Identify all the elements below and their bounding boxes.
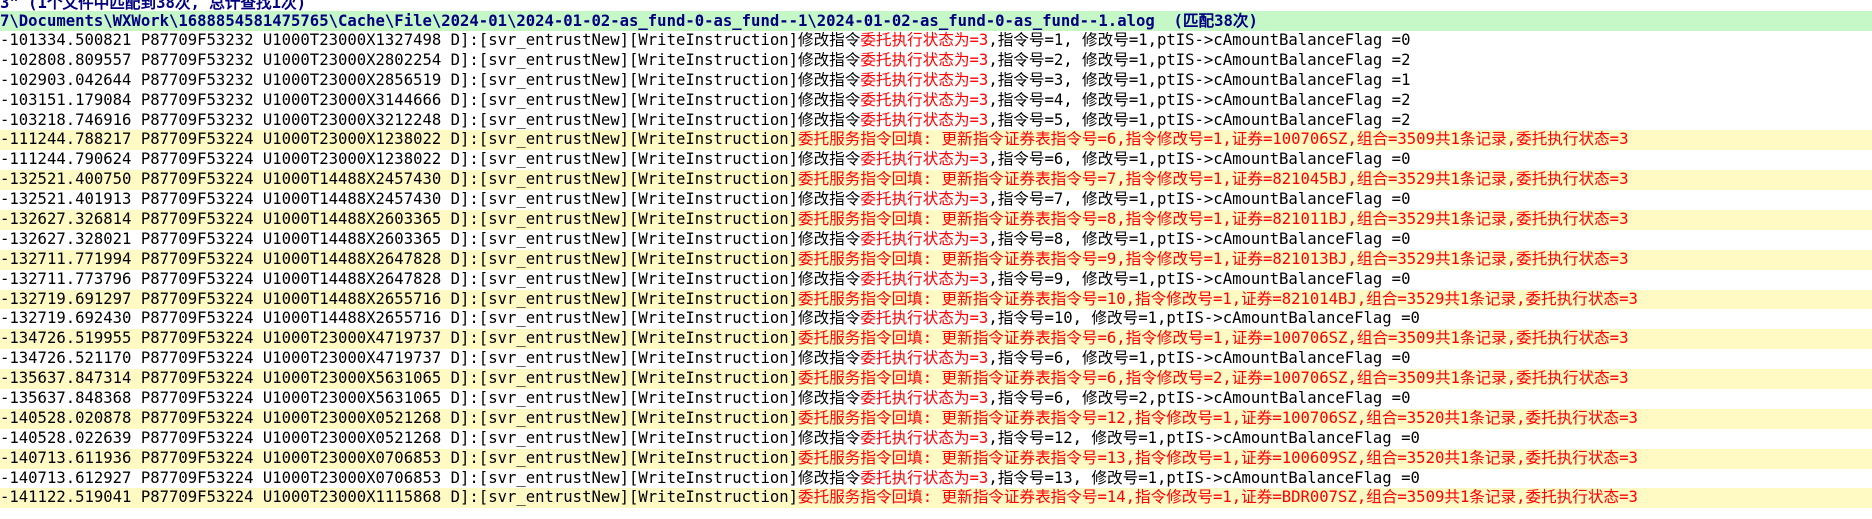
line-prefix-text: -132711.771994 P87709F53224 U1000T14488X…: [0, 249, 798, 268]
line-suffix-text: ,指令号=5, 修改号=1,ptIS->cAmountBalanceFlag =…: [988, 110, 1411, 129]
match-highlight-text: 委托服务指令回填: 更新指令证券表指令号=8,指令修改号=1,证券=821011…: [798, 210, 1629, 229]
match-list: -101334.500821 P87709F53232 U1000T23000X…: [0, 31, 1872, 509]
match-highlight-text: 委托服务指令回填: 更新指令证券表指令号=6,指令修改号=2,证券=100706…: [798, 369, 1629, 388]
line-suffix-text: ,指令号=4, 修改号=1,ptIS->cAmountBalanceFlag =…: [988, 90, 1411, 109]
match-highlight-text: 委托执行状态为=3: [860, 349, 989, 368]
line-prefix-text: -140528.020878 P87709F53224 U1000T23000X…: [0, 408, 798, 427]
line-suffix-text: ,指令号=3, 修改号=1,ptIS->cAmountBalanceFlag =…: [988, 70, 1411, 89]
match-highlight-text: 委托执行状态为=3: [860, 110, 989, 129]
match-highlight-text: 委托执行状态为=3: [860, 229, 989, 248]
result-line[interactable]: -140528.020878 P87709F53224 U1000T23000X…: [0, 408, 1872, 429]
result-line[interactable]: -132711.773796 P87709F53224 U1000T14488X…: [0, 270, 1872, 290]
line-prefix-text: -141122.519041 P87709F53224 U1000T23000X…: [0, 488, 798, 507]
match-highlight-text: 委托执行状态为=3: [860, 190, 989, 209]
match-highlight-text: 委托执行状态为=3: [860, 468, 989, 487]
line-prefix-text: -111244.790624 P87709F53224 U1000T23000X…: [0, 150, 861, 169]
line-prefix-text: -103218.746916 P87709F53232 U1000T23000X…: [0, 110, 861, 129]
result-line[interactable]: -132719.691297 P87709F53224 U1000T14488X…: [0, 289, 1872, 310]
result-line[interactable]: -140528.022639 P87709F53224 U1000T23000X…: [0, 429, 1872, 449]
match-highlight-text: 委托服务指令回填: 更新指令证券表指令号=14,指令修改号=1,证券=BDR00…: [798, 488, 1638, 507]
match-highlight-text: 委托执行状态为=3: [860, 70, 989, 89]
line-prefix-text: -140528.022639 P87709F53224 U1000T23000X…: [0, 428, 861, 447]
line-prefix-text: -135637.847314 P87709F53224 U1000T23000X…: [0, 369, 798, 388]
line-suffix-text: ,指令号=2, 修改号=1,ptIS->cAmountBalanceFlag =…: [988, 50, 1411, 69]
result-line[interactable]: -132521.401913 P87709F53224 U1000T14488X…: [0, 190, 1872, 210]
line-suffix-text: ,指令号=1, 修改号=1,ptIS->cAmountBalanceFlag =…: [988, 31, 1411, 49]
line-suffix-text: ,指令号=6, 修改号=1,ptIS->cAmountBalanceFlag =…: [988, 349, 1411, 368]
result-line[interactable]: -103151.179084 P87709F53232 U1000T23000X…: [0, 91, 1872, 111]
result-line[interactable]: -140713.612927 P87709F53224 U1000T23000X…: [0, 469, 1872, 489]
line-prefix-text: -102903.042644 P87709F53232 U1000T23000X…: [0, 70, 861, 89]
search-results-panel: 3" (1个文件中匹配到38次, 总计查找1次) 7\Documents\WXW…: [0, 0, 1872, 509]
result-line[interactable]: -132521.400750 P87709F53224 U1000T14488X…: [0, 170, 1872, 191]
match-highlight-text: 委托服务指令回填: 更新指令证券表指令号=13,指令修改号=1,证券=10060…: [798, 448, 1638, 467]
line-suffix-text: ,指令号=9, 修改号=1,ptIS->cAmountBalanceFlag =…: [988, 269, 1411, 288]
result-line[interactable]: -103218.746916 P87709F53232 U1000T23000X…: [0, 111, 1872, 131]
line-suffix-text: ,指令号=6, 修改号=1,ptIS->cAmountBalanceFlag =…: [988, 150, 1411, 169]
line-suffix-text: ,指令号=8, 修改号=1,ptIS->cAmountBalanceFlag =…: [988, 229, 1411, 248]
search-summary: 3" (1个文件中匹配到38次, 总计查找1次): [0, 0, 306, 11]
result-line[interactable]: -140713.611936 P87709F53224 U1000T23000X…: [0, 448, 1872, 469]
result-line[interactable]: -135637.847314 P87709F53224 U1000T23000X…: [0, 369, 1872, 390]
match-highlight-text: 委托执行状态为=3: [860, 389, 989, 408]
result-line[interactable]: -102808.809557 P87709F53232 U1000T23000X…: [0, 51, 1872, 71]
line-prefix-text: -132521.400750 P87709F53224 U1000T14488X…: [0, 170, 798, 189]
result-line[interactable]: -132711.771994 P87709F53224 U1000T14488X…: [0, 249, 1872, 270]
match-highlight-text: 委托执行状态为=3: [860, 309, 989, 328]
match-highlight-text: 委托执行状态为=3: [860, 31, 989, 49]
match-highlight-text: 委托服务指令回填: 更新指令证券表指令号=10,指令修改号=1,证券=82101…: [798, 289, 1638, 308]
match-highlight-text: 委托服务指令回填: 更新指令证券表指令号=7,指令修改号=1,证券=821045…: [798, 170, 1629, 189]
file-result-header[interactable]: 7\Documents\WXWork\1688854581475765\Cach…: [0, 11, 1872, 31]
result-line[interactable]: -135637.848368 P87709F53224 U1000T23000X…: [0, 389, 1872, 409]
line-suffix-text: ,指令号=12, 修改号=1,ptIS->cAmountBalanceFlag …: [988, 428, 1420, 447]
match-highlight-text: 委托服务指令回填: 更新指令证券表指令号=6,指令修改号=1,证券=100706…: [798, 130, 1629, 149]
line-prefix-text: -132627.326814 P87709F53224 U1000T14488X…: [0, 210, 798, 229]
match-highlight-text: 委托服务指令回填: 更新指令证券表指令号=12,指令修改号=1,证券=10070…: [798, 408, 1638, 427]
line-prefix-text: -101334.500821 P87709F53232 U1000T23000X…: [0, 31, 861, 49]
result-line[interactable]: -132627.328021 P87709F53224 U1000T14488X…: [0, 230, 1872, 250]
line-suffix-text: ,指令号=13, 修改号=1,ptIS->cAmountBalanceFlag …: [988, 468, 1420, 487]
line-prefix-text: -140713.612927 P87709F53224 U1000T23000X…: [0, 468, 861, 487]
match-highlight-text: 委托执行状态为=3: [860, 269, 989, 288]
line-suffix-text: ,指令号=7, 修改号=1,ptIS->cAmountBalanceFlag =…: [988, 190, 1411, 209]
match-highlight-text: 委托执行状态为=3: [860, 150, 989, 169]
line-prefix-text: -132711.773796 P87709F53224 U1000T14488X…: [0, 269, 861, 288]
line-suffix-text: ,指令号=10, 修改号=1,ptIS->cAmountBalanceFlag …: [988, 309, 1420, 328]
line-prefix-text: -134726.521170 P87709F53224 U1000T23000X…: [0, 349, 861, 368]
result-line[interactable]: -141122.519041 P87709F53224 U1000T23000X…: [0, 488, 1872, 509]
result-line[interactable]: -132627.326814 P87709F53224 U1000T14488X…: [0, 210, 1872, 230]
match-highlight-text: 委托执行状态为=3: [860, 90, 989, 109]
line-prefix-text: -111244.788217 P87709F53224 U1000T23000X…: [0, 130, 798, 149]
line-prefix-text: -140713.611936 P87709F53224 U1000T23000X…: [0, 448, 798, 467]
match-highlight-text: 委托执行状态为=3: [860, 428, 989, 447]
line-prefix-text: -103151.179084 P87709F53232 U1000T23000X…: [0, 90, 861, 109]
result-line[interactable]: -134726.521170 P87709F53224 U1000T23000X…: [0, 349, 1872, 369]
result-line[interactable]: -111244.790624 P87709F53224 U1000T23000X…: [0, 150, 1872, 170]
match-highlight-text: 委托服务指令回填: 更新指令证券表指令号=9,指令修改号=1,证券=821013…: [798, 249, 1629, 268]
result-line[interactable]: -132719.692430 P87709F53224 U1000T14488X…: [0, 309, 1872, 329]
result-line[interactable]: -134726.519955 P87709F53224 U1000T23000X…: [0, 329, 1872, 350]
line-prefix-text: -135637.848368 P87709F53224 U1000T23000X…: [0, 389, 861, 408]
result-line[interactable]: -102903.042644 P87709F53232 U1000T23000X…: [0, 71, 1872, 91]
line-prefix-text: -134726.519955 P87709F53224 U1000T23000X…: [0, 329, 798, 348]
match-highlight-text: 委托执行状态为=3: [860, 50, 989, 69]
match-highlight-text: 委托服务指令回填: 更新指令证券表指令号=6,指令修改号=1,证券=100706…: [798, 329, 1629, 348]
result-line[interactable]: -101334.500821 P87709F53232 U1000T23000X…: [0, 31, 1872, 51]
line-prefix-text: -132719.691297 P87709F53224 U1000T14488X…: [0, 289, 798, 308]
line-prefix-text: -132719.692430 P87709F53224 U1000T14488X…: [0, 309, 861, 328]
result-line[interactable]: -111244.788217 P87709F53224 U1000T23000X…: [0, 130, 1872, 151]
line-suffix-text: ,指令号=6, 修改号=2,ptIS->cAmountBalanceFlag =…: [988, 389, 1411, 408]
line-prefix-text: -132627.328021 P87709F53224 U1000T14488X…: [0, 229, 861, 248]
line-prefix-text: -132521.401913 P87709F53224 U1000T14488X…: [0, 190, 861, 209]
line-prefix-text: -102808.809557 P87709F53232 U1000T23000X…: [0, 50, 861, 69]
